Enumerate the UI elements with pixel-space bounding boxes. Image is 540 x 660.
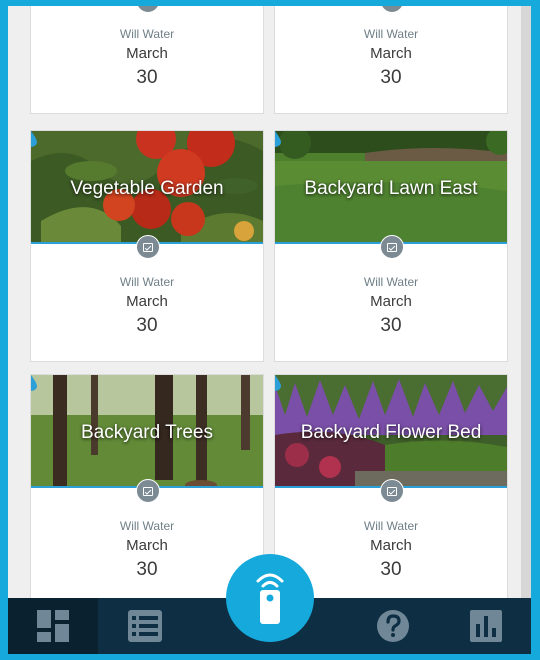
zone-image: Backyard Lawn East bbox=[275, 131, 507, 244]
water-drop-icon bbox=[275, 131, 281, 147]
water-month: March bbox=[126, 537, 168, 554]
help-icon bbox=[377, 610, 409, 642]
water-day: 30 bbox=[380, 559, 402, 580]
water-day: 30 bbox=[136, 315, 158, 336]
zone-schedule: Will Water March 30 bbox=[275, 275, 507, 337]
water-month: March bbox=[370, 293, 412, 310]
chart-icon bbox=[470, 610, 502, 642]
calendar-icon bbox=[380, 6, 404, 13]
zone-card-backyard-lawn-east[interactable]: Backyard Lawn East Will Water March 30 bbox=[274, 130, 508, 362]
water-drop-icon bbox=[31, 375, 37, 391]
will-water-label: Will Water bbox=[363, 275, 419, 289]
water-month: March bbox=[126, 45, 168, 62]
zone-card[interactable]: Will Water March 30 bbox=[30, 6, 264, 114]
remote-icon bbox=[256, 573, 284, 624]
zone-name: Backyard Lawn East bbox=[304, 178, 478, 199]
will-water-label: Will Water bbox=[119, 27, 175, 41]
tab-stats[interactable] bbox=[441, 598, 531, 654]
dashboard-icon bbox=[37, 610, 69, 642]
water-drop-icon bbox=[275, 375, 281, 391]
water-day: 30 bbox=[380, 315, 402, 336]
zone-card-backyard-flower-bed[interactable]: Backyard Flower Bed Will Water March 30 bbox=[274, 374, 508, 606]
scrollbar[interactable] bbox=[521, 6, 531, 600]
water-day: 30 bbox=[380, 67, 402, 88]
zone-image: Backyard Flower Bed bbox=[275, 375, 507, 488]
water-day: 30 bbox=[136, 67, 158, 88]
tab-help[interactable] bbox=[348, 598, 438, 654]
list-icon bbox=[128, 610, 162, 642]
will-water-label: Will Water bbox=[119, 519, 175, 533]
zone-schedule: Will Water March 30 bbox=[31, 27, 263, 89]
zone-schedule: Will Water March 30 bbox=[31, 519, 263, 581]
zone-card[interactable]: Will Water March 30 bbox=[274, 6, 508, 114]
zone-name: Vegetable Garden bbox=[70, 178, 224, 199]
zone-name: Backyard Flower Bed bbox=[300, 422, 482, 443]
calendar-icon bbox=[380, 479, 404, 503]
zone-image: Vegetable Garden bbox=[31, 131, 263, 244]
water-drop-icon bbox=[31, 131, 37, 147]
calendar-icon bbox=[380, 235, 404, 259]
zone-schedule: Will Water March 30 bbox=[275, 27, 507, 89]
calendar-icon bbox=[136, 479, 160, 503]
zone-image: Backyard Trees bbox=[31, 375, 263, 488]
calendar-icon bbox=[136, 6, 160, 13]
zone-schedule: Will Water March 30 bbox=[275, 519, 507, 581]
water-month: March bbox=[126, 293, 168, 310]
remote-button[interactable] bbox=[226, 554, 314, 642]
app-frame: Will Water March 30 Will Water March 30 bbox=[8, 6, 531, 654]
will-water-label: Will Water bbox=[119, 275, 175, 289]
zone-schedule: Will Water March 30 bbox=[31, 275, 263, 337]
will-water-label: Will Water bbox=[363, 519, 419, 533]
zone-card-backyard-trees[interactable]: Backyard Trees Will Water March 30 bbox=[30, 374, 264, 606]
tab-dashboard[interactable] bbox=[8, 598, 98, 654]
water-month: March bbox=[370, 45, 412, 62]
zone-name: Backyard Trees bbox=[81, 422, 213, 443]
water-day: 30 bbox=[136, 559, 158, 580]
will-water-label: Will Water bbox=[363, 27, 419, 41]
zone-card-vegetable-garden[interactable]: Vegetable Garden Will Water March 30 bbox=[30, 130, 264, 362]
tab-list[interactable] bbox=[100, 598, 190, 654]
water-month: March bbox=[370, 537, 412, 554]
calendar-icon bbox=[136, 235, 160, 259]
